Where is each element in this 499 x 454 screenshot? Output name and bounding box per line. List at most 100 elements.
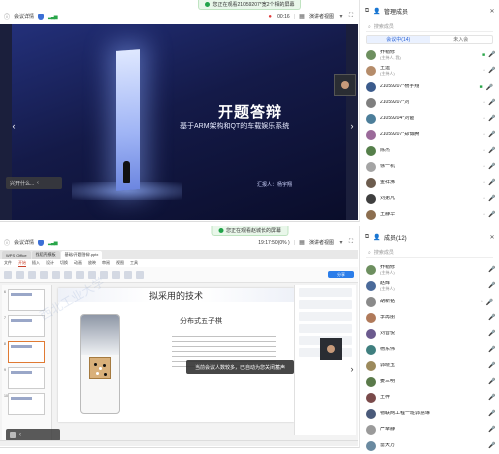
list-item[interactable]: 乔帽修 (主持人, 我) ■ 🎤	[360, 47, 499, 63]
mic-muted-icon[interactable]: 🎤	[488, 283, 495, 289]
mic-muted-icon[interactable]: 🎤	[488, 164, 495, 170]
mic-muted-icon[interactable]: 🎤	[488, 148, 495, 154]
close-icon[interactable]: ✕	[489, 8, 495, 15]
list-item[interactable]: 21059204*刘爸 ▫ 🎤	[360, 111, 499, 127]
share-button[interactable]: 分享	[328, 271, 354, 278]
fullscreen-icon[interactable]: ⛶	[348, 13, 354, 20]
list-item[interactable]: 物联网工程一班郭慧琳 🎤	[360, 406, 499, 422]
font-icon[interactable]	[64, 270, 72, 279]
list-item[interactable]: 金祥沸 ▫ 🎤	[360, 175, 499, 191]
video-icon[interactable]	[10, 432, 16, 438]
list-item[interactable]: 胡新铭 ▫ 🎤	[360, 294, 499, 310]
meeting-details-link[interactable]: 会议详情	[14, 239, 34, 246]
mic-muted-icon[interactable]: 🎤	[488, 212, 495, 218]
mic-muted-icon[interactable]: 🎤	[488, 427, 495, 433]
mic-muted-icon[interactable]: 🎤	[488, 395, 495, 401]
list-item[interactable]: 郭晓玉 🎤	[360, 358, 499, 374]
arrange-icon[interactable]	[124, 270, 132, 279]
mic-muted-icon[interactable]: 🎤	[488, 132, 495, 138]
camera-icon[interactable]: ▫	[481, 299, 483, 305]
camera-off-icon[interactable]: ▫	[483, 196, 485, 202]
info-icon[interactable]: ⓘ	[4, 14, 10, 21]
mic-muted-icon[interactable]: 🎤	[488, 116, 495, 122]
camera-off-icon[interactable]: ▫	[483, 100, 485, 106]
list-item[interactable]: 王运 (主持人) ▫ 🎤	[360, 63, 499, 79]
camera-off-icon[interactable]: ▫	[483, 212, 485, 218]
layout-icon[interactable]	[52, 270, 60, 279]
list-item[interactable]: 21059207*杨宇翔 ■ 🎤	[360, 79, 499, 95]
camera-icon[interactable]: ■	[482, 52, 485, 58]
menu-item[interactable]: 放映	[88, 260, 96, 266]
info-icon[interactable]: ⓘ	[4, 240, 10, 247]
list-item[interactable]: 王梓 🎤	[360, 390, 499, 406]
mic-muted-icon[interactable]: 🎤	[488, 100, 495, 106]
mic-muted-icon[interactable]: 🎤	[488, 315, 495, 321]
camera-icon[interactable]: ■	[479, 84, 482, 90]
chevron-down-icon[interactable]: ▾	[338, 240, 344, 246]
list-item[interactable]: 赵辉 (主持人) 🎤	[360, 278, 499, 294]
mic-muted-icon[interactable]: 🎤	[488, 331, 495, 337]
bold-icon[interactable]	[76, 270, 84, 279]
list-item[interactable]: 姜三明 🎤	[360, 374, 499, 390]
menu-item-active[interactable]: 开始	[18, 260, 26, 267]
restore-window-icon[interactable]: ⧉	[364, 8, 370, 14]
speaker-video-thumbnail[interactable]	[320, 338, 342, 360]
menu-item[interactable]: 切换	[60, 260, 68, 266]
mic-icon[interactable]: 🎤	[486, 299, 493, 306]
list-item[interactable]: 刘弟凡 ▫ 🎤	[360, 191, 499, 207]
find-icon[interactable]	[136, 270, 144, 279]
camera-off-icon[interactable]: ▫	[483, 68, 485, 74]
expand-right-icon[interactable]: ›	[348, 119, 356, 133]
chevron-left-icon[interactable]: ‹	[19, 432, 21, 438]
shape-icon[interactable]	[112, 270, 120, 279]
slide-thumbnail[interactable]: 10	[4, 393, 45, 415]
close-icon[interactable]: ✕	[489, 234, 495, 241]
menu-item[interactable]: 插入	[32, 260, 40, 266]
mic-muted-icon[interactable]: 🎤	[488, 196, 495, 202]
camera-off-icon[interactable]: ▫	[483, 164, 485, 170]
list-item[interactable]: 乔帽修 (主持人) 🎤	[360, 262, 499, 278]
mic-icon[interactable]: 🎤	[486, 84, 493, 91]
menu-item[interactable]: 动画	[74, 260, 82, 266]
list-item[interactable]: 王静华 ▫ 🎤	[360, 207, 499, 223]
camera-off-icon[interactable]: ▫	[483, 132, 485, 138]
chevron-down-icon[interactable]: ▾	[338, 14, 344, 20]
list-item[interactable]: 雷大方 🎤	[360, 438, 499, 454]
wps-tab[interactable]: WPS Office	[2, 251, 31, 259]
list-item[interactable]: 严幸静 🎤	[360, 422, 499, 438]
mic-muted-icon[interactable]: 🎤	[488, 443, 495, 449]
slide-thumbnail[interactable]: 9	[4, 367, 45, 389]
slide-thumbnail-active[interactable]: 8	[4, 341, 45, 363]
mic-muted-icon[interactable]: 🎤	[488, 379, 495, 385]
align-icon[interactable]	[100, 270, 108, 279]
grid-view-icon[interactable]: ▦	[299, 14, 305, 20]
slide-thumbnail[interactable]: 7	[4, 315, 45, 337]
mic-muted-icon[interactable]: 🎤	[488, 347, 495, 353]
fullscreen-icon[interactable]: ⛶	[348, 239, 354, 246]
member-search-input[interactable]: ⌕ 搜索成员	[366, 248, 493, 258]
cut-icon[interactable]	[16, 270, 24, 279]
layout-dropdown[interactable]: 演讲者视图	[309, 13, 334, 20]
expand-right-icon[interactable]: ›	[348, 362, 356, 376]
slide-thumbnail[interactable]: 6	[4, 289, 45, 311]
menu-item[interactable]: 审阅	[102, 260, 110, 266]
paste-icon[interactable]	[4, 270, 12, 279]
list-item[interactable]: 徐一机 ▫ 🎤	[360, 159, 499, 175]
camera-off-icon[interactable]: ▫	[483, 180, 485, 186]
slide-canvas[interactable]: 拟采用的技术 分布式五子棋	[58, 288, 294, 422]
tab-in-meeting[interactable]: 会议中(14)	[367, 36, 430, 43]
mic-muted-icon[interactable]: 🎤	[488, 411, 495, 417]
wps-tab[interactable]: 找稻壳模板	[31, 251, 60, 259]
mic-muted-icon[interactable]: 🎤	[488, 180, 495, 186]
camera-off-icon[interactable]: ▫	[483, 148, 485, 154]
list-item[interactable]: 陈杰 ▫ 🎤	[360, 143, 499, 159]
italic-icon[interactable]	[88, 270, 96, 279]
speaker-video-thumbnail[interactable]	[334, 74, 356, 96]
camera-off-icon[interactable]: ▫	[483, 116, 485, 122]
wps-tab-active[interactable]: 基础/开题答辩.pptx	[60, 251, 103, 259]
menu-item[interactable]: 工具	[130, 260, 138, 266]
menu-item[interactable]: 文件	[4, 260, 12, 266]
grid-view-icon[interactable]: ▦	[299, 240, 305, 246]
security-shield-icon[interactable]	[38, 239, 45, 246]
restore-window-icon[interactable]: ⧉	[364, 234, 370, 240]
